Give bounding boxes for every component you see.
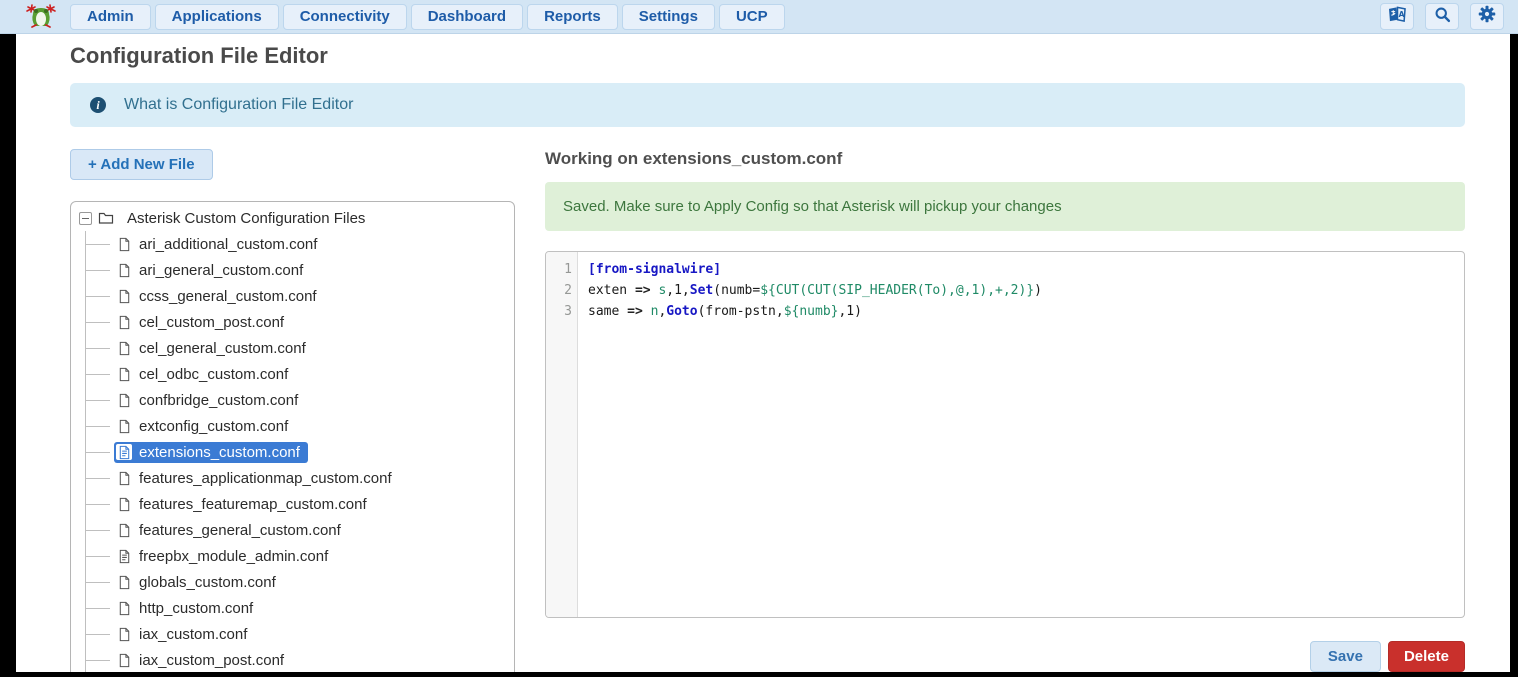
nav-item-reports[interactable]: Reports: [527, 4, 618, 30]
nav-item-settings[interactable]: Settings: [622, 4, 715, 30]
tree-item-label: ccss_general_custom.conf: [139, 288, 317, 305]
tree-item-features_applicationmap_custom.conf[interactable]: features_applicationmap_custom.conf: [86, 465, 506, 491]
tree-item-label: extensions_custom.conf: [139, 444, 300, 461]
nav-right-icons: A: [1380, 3, 1504, 30]
tree-item-ari_general_custom.conf[interactable]: ari_general_custom.conf: [86, 257, 506, 283]
save-button[interactable]: Save: [1310, 641, 1381, 672]
svg-text:A: A: [1398, 9, 1404, 18]
code-text-area[interactable]: [from-signalwire]exten => s,1,Set(numb=$…: [578, 252, 1464, 617]
code-line: same => n,Goto(from-pstn,${numb},1): [588, 301, 1454, 322]
file-icon: [116, 288, 132, 304]
freepbx-logo: [24, 2, 58, 32]
language-icon: A: [1387, 6, 1408, 28]
file-icon: [116, 652, 132, 668]
content-area: Configuration File Editor i What is Conf…: [16, 34, 1510, 672]
folder-icon: [98, 210, 114, 226]
tree-item-extconfig_custom.conf[interactable]: extconfig_custom.conf: [86, 413, 506, 439]
file-icon: [116, 470, 132, 486]
nav-item-applications[interactable]: Applications: [155, 4, 279, 30]
tree-item-label: cel_odbc_custom.conf: [139, 366, 288, 383]
tree-item-label: confbridge_custom.conf: [139, 392, 298, 409]
line-number: 2: [546, 280, 577, 301]
code-line: exten => s,1,Set(numb=${CUT(CUT(SIP_HEAD…: [588, 280, 1454, 301]
file-icon: [116, 418, 132, 434]
info-banner-text: What is Configuration File Editor: [124, 96, 353, 114]
tree-item-confbridge_custom.conf[interactable]: confbridge_custom.conf: [86, 387, 506, 413]
tree-item-ccss_general_custom.conf[interactable]: ccss_general_custom.conf: [86, 283, 506, 309]
settings-button[interactable]: [1470, 3, 1504, 30]
nav-item-ucp[interactable]: UCP: [719, 4, 785, 30]
file-icon: [116, 314, 132, 330]
nav-item-admin[interactable]: Admin: [70, 4, 151, 30]
tree-item-iax_custom.conf[interactable]: iax_custom.conf: [86, 621, 506, 647]
tree-item-extensions_custom.conf[interactable]: extensions_custom.conf: [86, 439, 506, 465]
tree-item-label: features_featuremap_custom.conf: [139, 496, 367, 513]
tree-item-http_custom.conf[interactable]: http_custom.conf: [86, 595, 506, 621]
line-number: 1: [546, 259, 577, 280]
file-lines-icon: [116, 548, 132, 564]
tree-item-cel_general_custom.conf[interactable]: cel_general_custom.conf: [86, 335, 506, 361]
line-number: 3: [546, 301, 577, 322]
file-icon: [116, 600, 132, 616]
top-navbar: AdminApplicationsConnectivityDashboardRe…: [0, 0, 1518, 34]
delete-button[interactable]: Delete: [1388, 641, 1465, 672]
file-tree-panel: Asterisk Custom Configuration Files ari_…: [70, 201, 515, 672]
file-icon: [116, 236, 132, 252]
tree-item-label: freepbx_module_admin.conf: [139, 548, 328, 565]
file-icon: [116, 626, 132, 642]
tree-item-label: iax_custom.conf: [139, 626, 247, 643]
tree-item-cel_odbc_custom.conf[interactable]: cel_odbc_custom.conf: [86, 361, 506, 387]
code-editor: 123 [from-signalwire]exten => s,1,Set(nu…: [545, 251, 1465, 618]
tree-item-freepbx_module_admin.conf[interactable]: freepbx_module_admin.conf: [86, 543, 506, 569]
tree-item-label: features_applicationmap_custom.conf: [139, 470, 392, 487]
tree-item-cel_custom_post.conf[interactable]: cel_custom_post.conf: [86, 309, 506, 335]
tree-root[interactable]: Asterisk Custom Configuration Files: [79, 205, 506, 231]
code-line: [from-signalwire]: [588, 259, 1454, 280]
nav-item-dashboard[interactable]: Dashboard: [411, 4, 523, 30]
tree-item-features_general_custom.conf[interactable]: features_general_custom.conf: [86, 517, 506, 543]
file-icon: [116, 262, 132, 278]
page-title: Configuration File Editor: [70, 43, 1465, 69]
collapse-expander-icon[interactable]: [79, 212, 92, 225]
tree-item-label: cel_custom_post.conf: [139, 314, 284, 331]
nav-items: AdminApplicationsConnectivityDashboardRe…: [70, 4, 789, 30]
tree-item-label: ari_general_custom.conf: [139, 262, 303, 279]
editor-pane: Working on extensions_custom.conf Saved.…: [545, 149, 1465, 672]
file-icon: [116, 574, 132, 590]
tree-children: ari_additional_custom.conf ari_general_cu…: [85, 231, 506, 672]
add-new-file-button[interactable]: + Add New File: [70, 149, 213, 180]
tree-item-ari_additional_custom.conf[interactable]: ari_additional_custom.conf: [86, 231, 506, 257]
saved-alert: Saved. Make sure to Apply Config so that…: [545, 182, 1465, 231]
tree-item-label: features_general_custom.conf: [139, 522, 341, 539]
tree-item-features_featuremap_custom.conf[interactable]: features_featuremap_custom.conf: [86, 491, 506, 517]
tree-item-globals_custom.conf[interactable]: globals_custom.conf: [86, 569, 506, 595]
working-on-heading: Working on extensions_custom.conf: [545, 149, 1465, 169]
tree-item-label: cel_general_custom.conf: [139, 340, 306, 357]
file-icon: [116, 522, 132, 538]
search-button[interactable]: [1425, 3, 1459, 30]
info-banner[interactable]: i What is Configuration File Editor: [70, 83, 1465, 127]
file-sidebar: + Add New File Asterisk Custom Configura…: [70, 149, 515, 672]
tree-item-label: iax_custom_post.conf: [139, 652, 284, 669]
tree-item-label: http_custom.conf: [139, 600, 253, 617]
file-icon: [116, 496, 132, 512]
language-button[interactable]: A: [1380, 3, 1414, 30]
file-icon: [116, 392, 132, 408]
tree-root-label: Asterisk Custom Configuration Files: [127, 210, 365, 227]
info-icon: i: [90, 97, 106, 113]
search-icon: [1434, 6, 1451, 28]
nav-item-connectivity[interactable]: Connectivity: [283, 4, 407, 30]
tree-item-iax_custom_post.conf[interactable]: iax_custom_post.conf: [86, 647, 506, 672]
tree-item-label: extconfig_custom.conf: [139, 418, 288, 435]
file-icon: [116, 340, 132, 356]
line-number-gutter: 123: [546, 252, 578, 617]
tree-item-label: globals_custom.conf: [139, 574, 276, 591]
file-lines-icon: [116, 444, 132, 460]
tree-item-label: ari_additional_custom.conf: [139, 236, 317, 253]
gear-icon: [1478, 5, 1496, 28]
file-icon: [116, 366, 132, 382]
